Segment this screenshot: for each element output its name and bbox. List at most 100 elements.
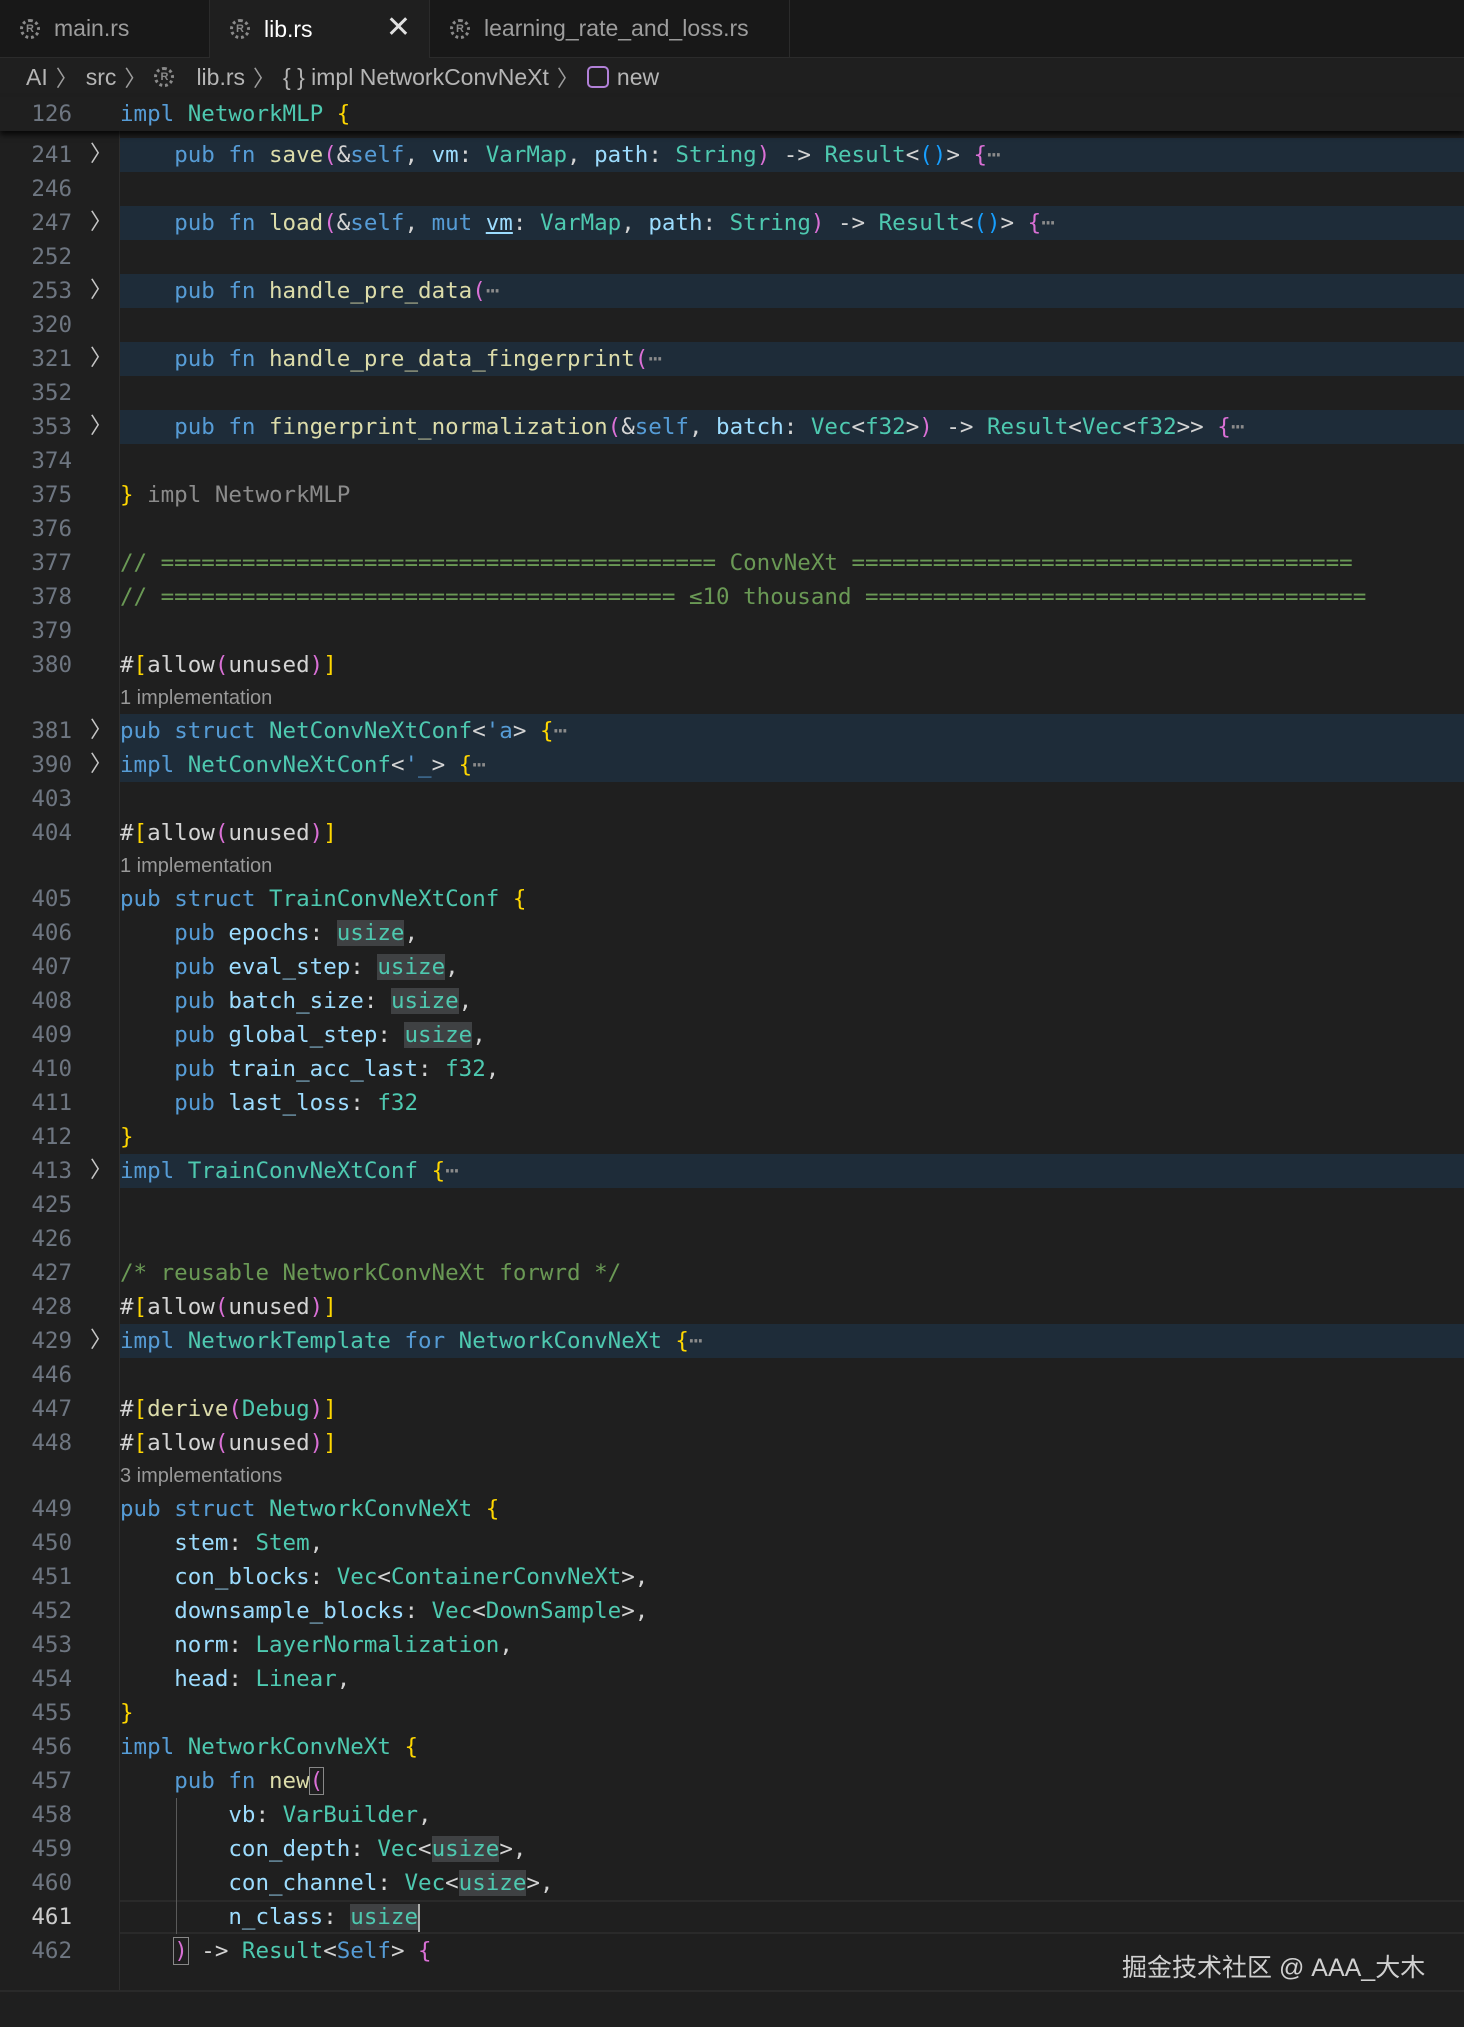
code-line[interactable]: 446 <box>0 1358 1464 1392</box>
fold-chevron-icon[interactable]: 〉 <box>90 138 112 172</box>
code-line[interactable]: 252 <box>0 240 1464 274</box>
code-line[interactable]: 381 〉 pub struct NetConvNeXtConf<'a> {⋯ <box>0 714 1464 748</box>
code-line[interactable]: 321 〉 pub fn handle_pre_data_fingerprint(… <box>0 342 1464 376</box>
code-text[interactable]: impl TrainConvNeXtConf {⋯ <box>120 1154 1464 1188</box>
code-text[interactable]: #[allow(unused)] <box>120 648 1464 682</box>
code-line[interactable]: 460 con_channel: Vec<usize>, <box>0 1866 1464 1900</box>
code-text[interactable]: pub fn load(&self, mut vm: VarMap, path:… <box>120 206 1464 240</box>
code-line[interactable]: 429 〉 impl NetworkTemplate for NetworkConv… <box>0 1324 1464 1358</box>
code-text[interactable]: impl NetworkConvNeXt { <box>120 1730 1464 1764</box>
breadcrumb-item[interactable]: AI <box>26 64 48 91</box>
code-text[interactable]: // =====================================… <box>120 580 1464 614</box>
code-text[interactable] <box>120 172 1464 206</box>
code-line[interactable]: 459 con_depth: Vec<usize>, <box>0 1832 1464 1866</box>
code-line[interactable]: 376 <box>0 512 1464 546</box>
code-text[interactable]: } <box>120 1696 1464 1730</box>
code-text[interactable]: // =====================================… <box>120 546 1464 580</box>
code-line[interactable]: 380 #[allow(unused)] <box>0 648 1464 682</box>
code-text[interactable] <box>120 782 1464 816</box>
code-text[interactable] <box>120 444 1464 478</box>
code-text[interactable]: con_depth: Vec<usize>, <box>120 1832 1464 1866</box>
code-line[interactable]: 374 <box>0 444 1464 478</box>
code-text[interactable]: pub fn handle_pre_data_fingerprint(⋯ <box>120 342 1464 376</box>
breadcrumb-item[interactable]: { } impl NetworkConvNeXt <box>283 64 549 91</box>
code-text[interactable]: /* reusable NetworkConvNeXt forwrd */ <box>120 1256 1464 1290</box>
code-line[interactable]: 453 norm: LayerNormalization, <box>0 1628 1464 1662</box>
code-text[interactable]: norm: LayerNormalization, <box>120 1628 1464 1662</box>
code-line[interactable]: 452 downsample_blocks: Vec<DownSample>, <box>0 1594 1464 1628</box>
code-text[interactable]: pub eval_step: usize, <box>120 950 1464 984</box>
code-line[interactable]: 253 〉 pub fn handle_pre_data(⋯ <box>0 274 1464 308</box>
code-line[interactable]: 405 pub struct TrainConvNeXtConf { <box>0 882 1464 916</box>
tab-main-rs[interactable]: R main.rs <box>0 0 210 57</box>
code-text[interactable]: impl NetConvNeXtConf<'_> {⋯ <box>120 748 1464 782</box>
code-line[interactable]: 425 <box>0 1188 1464 1222</box>
code-line[interactable]: 352 <box>0 376 1464 410</box>
code-text[interactable] <box>120 512 1464 546</box>
code-text[interactable]: pub fn handle_pre_data(⋯ <box>120 274 1464 308</box>
code-text[interactable]: con_channel: Vec<usize>, <box>120 1866 1464 1900</box>
codelens-implementations-link[interactable]: 1 implementation <box>120 682 272 714</box>
code-line[interactable]: 411 pub last_loss: f32 <box>0 1086 1464 1120</box>
code-text[interactable]: pub last_loss: f32 <box>120 1086 1464 1120</box>
fold-chevron-icon[interactable]: 〉 <box>90 1154 112 1188</box>
code-line[interactable]: 241 〉 pub fn save(&self, vm: VarMap, path… <box>0 138 1464 172</box>
breadcrumb-item[interactable]: lib.rs <box>196 64 245 91</box>
code-line[interactable]: 455} <box>0 1696 1464 1730</box>
code-text[interactable] <box>120 1358 1464 1392</box>
code-text[interactable]: pub struct NetConvNeXtConf<'a> {⋯ <box>120 714 1464 748</box>
fold-chevron-icon[interactable]: 〉 <box>90 342 112 376</box>
fold-chevron-icon[interactable]: 〉 <box>90 206 112 240</box>
code-text[interactable]: pub global_step: usize, <box>120 1018 1464 1052</box>
breadcrumb-item[interactable]: src <box>86 64 117 91</box>
code-line[interactable]: 450 stem: Stem, <box>0 1526 1464 1560</box>
code-line[interactable]: 461 n_class: usize <box>0 1900 1464 1934</box>
fold-chevron-icon[interactable]: 〉 <box>90 1324 112 1358</box>
code-text[interactable]: pub fn fingerprint_normalization(&self, … <box>120 410 1464 444</box>
code-line[interactable]: 390 〉 impl NetConvNeXtConf<'_> {⋯ <box>0 748 1464 782</box>
code-text[interactable]: impl NetworkMLP { <box>120 97 1464 131</box>
code-text[interactable]: pub struct NetworkConvNeXt { <box>120 1492 1464 1526</box>
codelens-implementations-link[interactable]: 1 implementation <box>120 850 272 882</box>
code-line[interactable]: 377 // ==================================… <box>0 546 1464 580</box>
code-line[interactable]: 246 <box>0 172 1464 206</box>
fold-chevron-icon[interactable]: 〉 <box>90 274 112 308</box>
code-text[interactable] <box>120 308 1464 342</box>
code-line[interactable]: 458 vb: VarBuilder, <box>0 1798 1464 1832</box>
code-text[interactable]: #[allow(unused)] <box>120 816 1464 850</box>
code-text[interactable]: pub fn new( <box>120 1764 1464 1798</box>
fold-chevron-icon[interactable]: 〉 <box>90 714 112 748</box>
code-text[interactable]: pub fn save(&self, vm: VarMap, path: Str… <box>120 138 1464 172</box>
code-text[interactable]: impl NetworkTemplate for NetworkConvNeXt… <box>120 1324 1464 1358</box>
code-line[interactable]: 247 〉 pub fn load(&self, mut vm: VarMap, … <box>0 206 1464 240</box>
code-text[interactable]: downsample_blocks: Vec<DownSample>, <box>120 1594 1464 1628</box>
code-line[interactable]: 375} impl NetworkMLP <box>0 478 1464 512</box>
close-icon[interactable]: ✕ <box>386 10 411 45</box>
code-line[interactable]: 378 // ==================================… <box>0 580 1464 614</box>
code-line[interactable]: 320 <box>0 308 1464 342</box>
code-line[interactable]: 379 <box>0 614 1464 648</box>
fold-chevron-icon[interactable]: 〉 <box>90 748 112 782</box>
sticky-scroll-header[interactable]: 126 impl NetworkMLP { <box>0 97 1464 131</box>
code-text[interactable]: con_blocks: Vec<ContainerConvNeXt>, <box>120 1560 1464 1594</box>
fold-chevron-icon[interactable]: 〉 <box>90 410 112 444</box>
code-line[interactable]: 451 con_blocks: Vec<ContainerConvNeXt>, <box>0 1560 1464 1594</box>
code-line[interactable]: 427 /* reusable NetworkConvNeXt forwrd */ <box>0 1256 1464 1290</box>
code-line[interactable]: 406 pub epochs: usize, <box>0 916 1464 950</box>
code-line[interactable]: 428 #[allow(unused)] <box>0 1290 1464 1324</box>
code-line[interactable]: 447 #[derive(Debug)] <box>0 1392 1464 1426</box>
code-line[interactable]: 412} <box>0 1120 1464 1154</box>
codelens-implementations-link[interactable]: 3 implementations <box>120 1460 282 1492</box>
tab-learning-rate-and-loss-rs[interactable]: R learning_rate_and_loss.rs <box>430 0 790 57</box>
code-line[interactable]: 353 〉 pub fn fingerprint_normalization(&s… <box>0 410 1464 444</box>
tab-lib-rs[interactable]: R lib.rs ✕ <box>210 0 430 58</box>
code-text[interactable]: stem: Stem, <box>120 1526 1464 1560</box>
code-line[interactable]: 410 pub train_acc_last: f32, <box>0 1052 1464 1086</box>
code-text[interactable] <box>120 614 1464 648</box>
code-text[interactable] <box>120 240 1464 274</box>
code-text[interactable]: pub batch_size: usize, <box>120 984 1464 1018</box>
code-text[interactable]: n_class: usize <box>120 1900 1464 1934</box>
code-text[interactable] <box>120 376 1464 410</box>
code-text[interactable]: } <box>120 1120 1464 1154</box>
code-text[interactable]: pub epochs: usize, <box>120 916 1464 950</box>
